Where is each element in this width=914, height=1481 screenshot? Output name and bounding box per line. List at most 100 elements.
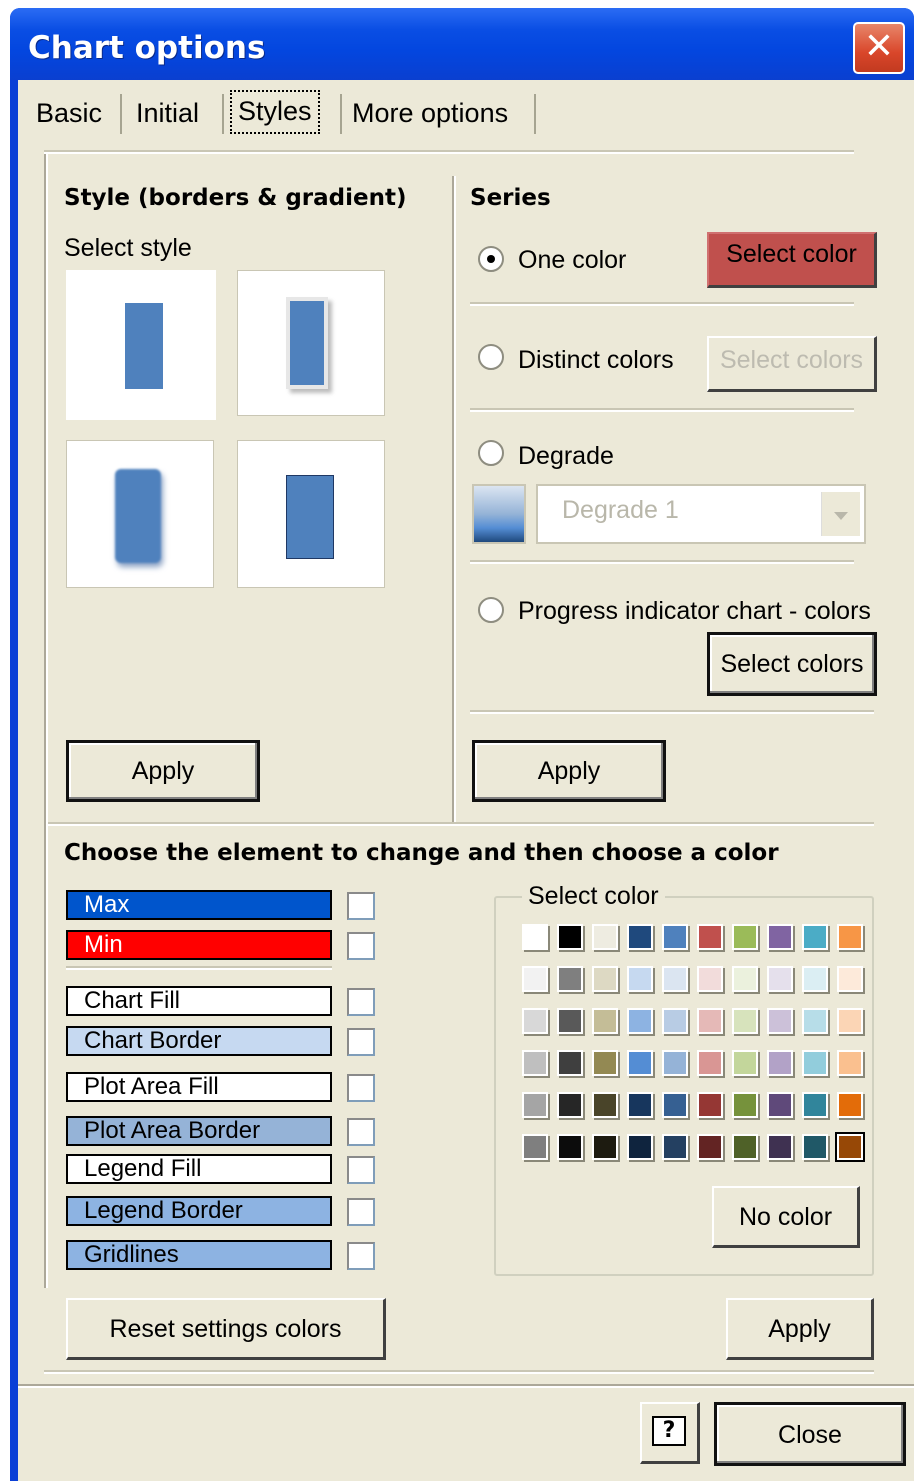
element-item[interactable]: Legend Fill [66, 1154, 332, 1184]
style-option-shadow[interactable] [66, 440, 214, 588]
color-swatch[interactable] [592, 1008, 618, 1034]
series-apply-button[interactable]: Apply [472, 740, 666, 802]
tab-initial[interactable]: Initial [136, 90, 199, 134]
color-swatch[interactable] [662, 924, 688, 950]
element-item[interactable]: Chart Fill [66, 986, 332, 1016]
color-swatch[interactable] [837, 1092, 863, 1118]
style-option-bevel[interactable] [237, 270, 385, 416]
color-swatch[interactable] [767, 1050, 793, 1076]
radio-progress-indicator[interactable] [478, 597, 504, 623]
color-swatch[interactable] [697, 1050, 723, 1076]
element-item[interactable]: Chart Border [66, 1026, 332, 1056]
tab-basic[interactable]: Basic [36, 90, 102, 134]
chevron-down-icon[interactable] [821, 492, 860, 536]
color-swatch[interactable] [802, 966, 828, 992]
element-checkbox[interactable] [347, 1198, 375, 1226]
close-button[interactable]: Close [714, 1402, 906, 1466]
color-swatch[interactable] [627, 1092, 653, 1118]
color-swatch[interactable] [732, 966, 758, 992]
color-swatch[interactable] [732, 924, 758, 950]
element-checkbox[interactable] [347, 892, 375, 920]
color-swatch[interactable] [522, 1050, 548, 1076]
element-item[interactable]: Plot Area Border [66, 1116, 332, 1146]
color-swatch[interactable] [557, 1092, 583, 1118]
color-swatch[interactable] [697, 1134, 723, 1160]
color-swatch[interactable] [732, 1050, 758, 1076]
color-swatch[interactable] [592, 924, 618, 950]
color-swatch[interactable] [557, 924, 583, 950]
reset-settings-colors-button[interactable]: Reset settings colors [66, 1298, 386, 1360]
style-option-border[interactable] [237, 440, 385, 588]
element-checkbox[interactable] [347, 1242, 375, 1270]
tab-styles[interactable]: Styles [230, 90, 320, 134]
color-swatch[interactable] [802, 924, 828, 950]
element-item[interactable]: Plot Area Fill [66, 1072, 332, 1102]
color-swatch[interactable] [522, 1008, 548, 1034]
color-swatch[interactable] [767, 1134, 793, 1160]
color-swatch[interactable] [767, 966, 793, 992]
element-checkbox[interactable] [347, 932, 375, 960]
color-swatch[interactable] [592, 1134, 618, 1160]
progress-select-colors-button[interactable]: Select colors [707, 632, 877, 696]
radio-distinct-colors[interactable] [478, 344, 504, 370]
color-swatch[interactable] [627, 1134, 653, 1160]
color-swatch[interactable] [522, 966, 548, 992]
color-swatch[interactable] [662, 966, 688, 992]
color-swatch[interactable] [522, 924, 548, 950]
color-swatch[interactable] [802, 1008, 828, 1034]
color-swatch[interactable] [627, 1050, 653, 1076]
style-option-flat[interactable] [66, 270, 216, 420]
color-swatch[interactable] [697, 966, 723, 992]
color-swatch[interactable] [802, 1134, 828, 1160]
element-item[interactable]: Gridlines [66, 1240, 332, 1270]
color-swatch[interactable] [802, 1092, 828, 1118]
color-swatch[interactable] [557, 966, 583, 992]
select-color-button[interactable]: Select color [707, 232, 877, 288]
color-swatch[interactable] [557, 1008, 583, 1034]
color-swatch[interactable] [592, 966, 618, 992]
color-swatch[interactable] [662, 1050, 688, 1076]
color-swatch[interactable] [837, 966, 863, 992]
color-swatch[interactable] [837, 924, 863, 950]
color-swatch[interactable] [697, 924, 723, 950]
element-checkbox[interactable] [347, 988, 375, 1016]
color-swatch[interactable] [592, 1092, 618, 1118]
color-swatch[interactable] [522, 1134, 548, 1160]
color-swatch[interactable] [662, 1008, 688, 1034]
color-swatch[interactable] [697, 1092, 723, 1118]
color-swatch[interactable] [767, 1092, 793, 1118]
tab-more-options[interactable]: More options [352, 90, 508, 134]
radio-one-color[interactable] [478, 246, 504, 272]
no-color-button[interactable]: No color [712, 1186, 860, 1248]
help-button[interactable]: ? [640, 1402, 700, 1464]
radio-degrade[interactable] [478, 440, 504, 466]
color-swatch[interactable] [627, 1008, 653, 1034]
color-swatch[interactable] [732, 1092, 758, 1118]
color-swatch[interactable] [557, 1134, 583, 1160]
color-swatch[interactable] [835, 1132, 865, 1162]
color-swatch[interactable] [662, 1134, 688, 1160]
element-checkbox[interactable] [347, 1156, 375, 1184]
element-apply-button[interactable]: Apply [726, 1298, 874, 1360]
element-checkbox[interactable] [347, 1028, 375, 1056]
color-swatch[interactable] [837, 1050, 863, 1076]
color-swatch[interactable] [557, 1050, 583, 1076]
color-swatch[interactable] [662, 1092, 688, 1118]
color-swatch[interactable] [522, 1092, 548, 1118]
color-swatch[interactable] [627, 924, 653, 950]
color-swatch[interactable] [802, 1050, 828, 1076]
element-checkbox[interactable] [347, 1074, 375, 1102]
color-swatch[interactable] [627, 966, 653, 992]
element-checkbox[interactable] [347, 1118, 375, 1146]
element-item[interactable]: Min [66, 930, 332, 960]
color-swatch[interactable] [592, 1050, 618, 1076]
select-colors-disabled-button[interactable]: Select colors [707, 336, 877, 392]
element-item[interactable]: Max [66, 890, 332, 920]
degrade-select[interactable]: Degrade 1 [536, 484, 866, 544]
element-item[interactable]: Legend Border [66, 1196, 332, 1226]
close-window-icon[interactable]: ✕ [853, 22, 905, 74]
color-swatch[interactable] [837, 1008, 863, 1034]
style-apply-button[interactable]: Apply [66, 740, 260, 802]
color-swatch[interactable] [732, 1008, 758, 1034]
color-swatch[interactable] [767, 1008, 793, 1034]
